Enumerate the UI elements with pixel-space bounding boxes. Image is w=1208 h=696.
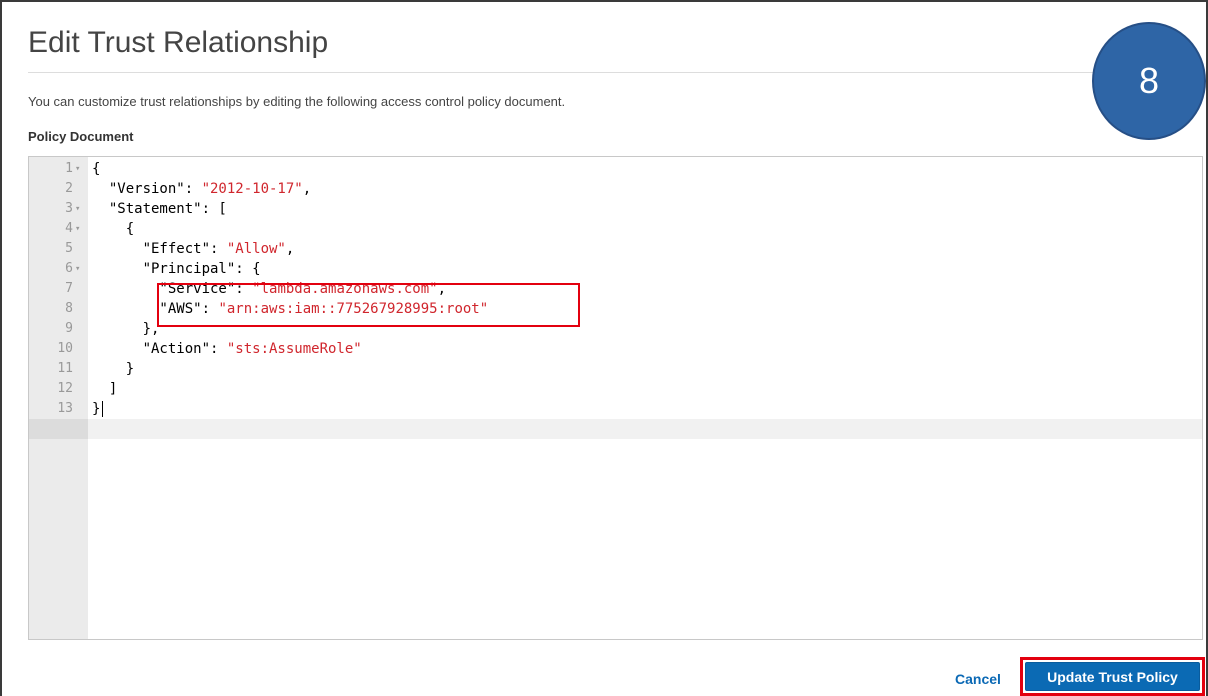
code-key: "Principal": { <box>92 261 261 277</box>
step-number-badge: 8 <box>1092 22 1206 140</box>
code-key: "Effect": <box>92 241 227 257</box>
code-key: { <box>92 221 135 237</box>
code-key: "Version": <box>92 181 202 197</box>
code-text: } <box>92 359 134 379</box>
code-string-value: "sts:AssumeRole" <box>226 341 362 357</box>
update-trust-policy-button[interactable]: Update Trust Policy <box>1025 662 1200 691</box>
line-number: 13 <box>57 401 73 416</box>
dialog-description: You can customize trust relationships by… <box>28 94 566 109</box>
update-button-highlight: Update Trust Policy <box>1020 657 1205 696</box>
code-line[interactable]: 13} <box>29 399 1202 419</box>
fold-toggle-icon[interactable]: ▾ <box>75 259 80 279</box>
code-line[interactable]: 2 "Version": "2012-10-17", <box>29 179 1202 199</box>
code-punctuation: , <box>285 241 295 257</box>
code-string-value: "2012-10-17" <box>201 181 303 197</box>
policy-document-label: Policy Document <box>28 129 134 144</box>
fold-toggle-icon[interactable]: ▾ <box>75 219 80 239</box>
line-number: 1 <box>65 161 73 176</box>
code-line[interactable]: 12 ] <box>29 379 1202 399</box>
line-number: 2 <box>65 181 73 196</box>
code-line[interactable]: 6 ▾ "Principal": { <box>29 259 1202 279</box>
code-line[interactable]: 10 "Action": "sts:AssumeRole" <box>29 339 1202 359</box>
line-number: 12 <box>57 381 73 396</box>
code-key: { <box>92 161 101 177</box>
line-number: 3 <box>65 201 73 216</box>
code-text: "Effect": "Allow", <box>92 239 295 259</box>
code-text: ] <box>92 379 117 399</box>
code-text: }, <box>92 319 160 339</box>
policy-code-editor[interactable]: 1 ▾{2 "Version": "2012-10-17", 3 ▾ "Stateme… <box>28 156 1203 640</box>
line-number: 10 <box>57 341 73 356</box>
code-string-value: "Allow" <box>226 241 286 257</box>
fold-toggle-icon[interactable]: ▾ <box>75 199 80 219</box>
title-divider <box>28 72 1202 73</box>
code-line[interactable]: 5 "Effect": "Allow", <box>29 239 1202 259</box>
code-key: ] <box>92 381 118 397</box>
code-line[interactable]: 4 ▾ { <box>29 219 1202 239</box>
dialog-title: Edit Trust Relationship <box>28 26 329 59</box>
line-number: 4 <box>65 221 73 236</box>
code-text: "Action": "sts:AssumeRole" <box>92 339 362 359</box>
code-key: "Statement": [ <box>92 201 227 217</box>
line-number: 9 <box>65 321 73 336</box>
code-key: } <box>92 361 135 377</box>
code-text: "Statement": [ <box>92 199 227 219</box>
code-key: }, <box>92 321 160 337</box>
code-text: "Version": "2012-10-17", <box>92 179 311 199</box>
line-number: 11 <box>57 361 73 376</box>
fold-toggle-icon[interactable]: ▾ <box>75 159 80 179</box>
code-line[interactable]: 3 ▾ "Statement": [ <box>29 199 1202 219</box>
cancel-link[interactable]: Cancel <box>955 671 1001 687</box>
text-cursor <box>102 401 104 417</box>
code-text: "Principal": { <box>92 259 261 279</box>
code-text: { <box>92 159 100 179</box>
code-text: { <box>92 219 134 239</box>
line-number: 7 <box>65 281 73 296</box>
active-line-highlight <box>29 419 1202 439</box>
line-number: 6 <box>65 261 73 276</box>
active-line-gutter <box>29 419 88 439</box>
code-text: } <box>92 399 104 419</box>
code-key: } <box>92 401 101 417</box>
code-line[interactable]: 11 } <box>29 359 1202 379</box>
annotation-highlight-box <box>157 283 580 327</box>
line-number: 5 <box>65 241 73 256</box>
code-key: "Action": <box>92 341 227 357</box>
line-number: 8 <box>65 301 73 316</box>
code-punctuation: , <box>302 181 312 197</box>
code-line[interactable]: 1 ▾ { <box>29 159 1202 179</box>
